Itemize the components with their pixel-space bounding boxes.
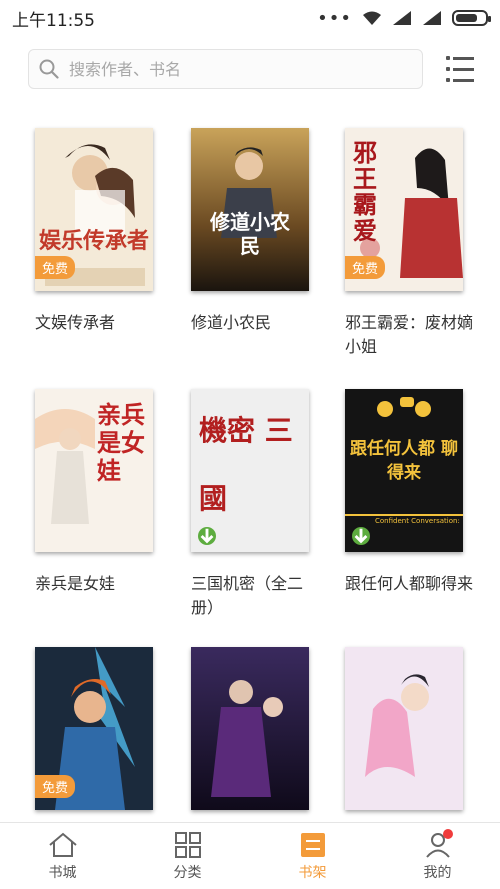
notification-dot [443, 829, 453, 839]
cover-title-text: 修道小农民 [210, 210, 290, 258]
battery-level [456, 14, 477, 22]
book-title: 文娱传承者 [35, 313, 116, 332]
book-cover[interactable]: 修道小农民 [191, 128, 309, 291]
book-item[interactable]: 娱乐传承者 免费 文娱传承者 [35, 128, 155, 335]
cover-art [191, 647, 309, 810]
free-badge: 免费 [345, 256, 386, 279]
book-title: 邪王霸爱：废材嫡小姐 [345, 313, 474, 356]
cover-title-text: 跟任何人都 聊得来 [350, 439, 458, 483]
search-row [28, 48, 476, 90]
book-item[interactable] [345, 647, 465, 830]
cover-subtitle-text: Confident Conversation: [375, 517, 460, 525]
book-item[interactable]: 免费 [35, 647, 155, 830]
book-item[interactable]: 亲兵是女娃 亲兵是女娃 [35, 389, 155, 596]
cover-title-text: 亲兵是女娃 [97, 400, 145, 485]
tab-label: 我的 [423, 865, 452, 881]
home-icon [48, 832, 77, 857]
download-icon[interactable] [198, 527, 216, 545]
search-box[interactable] [28, 49, 423, 89]
book-cover[interactable]: 免费 [35, 647, 153, 810]
status-icons: ••• [317, 7, 491, 29]
tab-bookshelf[interactable]: 书架 [250, 823, 375, 889]
book-cover[interactable] [345, 647, 463, 810]
book-title: 亲兵是女娃 [35, 574, 116, 593]
book-cover[interactable]: 亲兵是女娃 [35, 389, 153, 552]
cover-title-text: 娱乐传承者 [39, 228, 150, 254]
book-item[interactable]: 跟任何人都 聊得来 Confident Conversation: 跟任何人都聊… [345, 389, 473, 596]
list-menu-button[interactable] [446, 56, 476, 82]
book-item[interactable]: 邪王霸爱 免费 邪王霸爱：废材嫡小姐 [345, 128, 473, 359]
book-title: 修道小农民 [191, 313, 272, 332]
book-item[interactable] [191, 647, 311, 830]
tab-label: 分类 [173, 865, 202, 881]
free-badge: 免费 [35, 256, 76, 279]
signal-icon-2 [422, 10, 442, 26]
list-menu-icon [446, 56, 476, 60]
download-icon[interactable] [352, 527, 370, 545]
status-bar: 上午11:55 ••• [0, 0, 500, 36]
signal-icon [392, 10, 412, 26]
book-item[interactable]: 機密 三國 三国机密（全二册） [191, 389, 311, 620]
tab-category[interactable]: 分类 [125, 823, 250, 889]
book-cover[interactable]: 娱乐传承者 免费 [35, 128, 153, 291]
cover-art [345, 647, 463, 810]
book-cover[interactable]: 跟任何人都 聊得来 Confident Conversation: [345, 389, 463, 552]
grid-icon [174, 832, 201, 858]
search-icon [39, 59, 59, 79]
cover-title-text: 機密 三國 [199, 414, 293, 515]
book-cover[interactable]: 機密 三國 [191, 389, 309, 552]
bottom-nav: 书城 分类 书架 我的 [0, 822, 500, 889]
bookshelf-icon [300, 833, 325, 857]
tab-bookstore[interactable]: 书城 [0, 823, 125, 889]
tab-mine[interactable]: 我的 [375, 823, 500, 889]
book-title: 跟任何人都聊得来 [345, 574, 474, 593]
status-time: 上午11:55 [12, 10, 95, 31]
tab-label: 书架 [298, 865, 327, 881]
free-badge: 免费 [35, 775, 76, 798]
book-title: 三国机密（全二册） [191, 574, 304, 617]
tab-label: 书城 [48, 865, 77, 881]
cover-title-text: 邪王霸爱 [353, 138, 377, 245]
search-input[interactable] [69, 59, 389, 79]
battery-icon [452, 10, 491, 26]
book-cover[interactable] [191, 647, 309, 810]
book-item[interactable]: 修道小农民 修道小农民 [191, 128, 311, 335]
more-dots-icon: ••• [317, 7, 352, 29]
wifi-icon [362, 10, 382, 26]
book-cover[interactable]: 邪王霸爱 免费 [345, 128, 463, 291]
